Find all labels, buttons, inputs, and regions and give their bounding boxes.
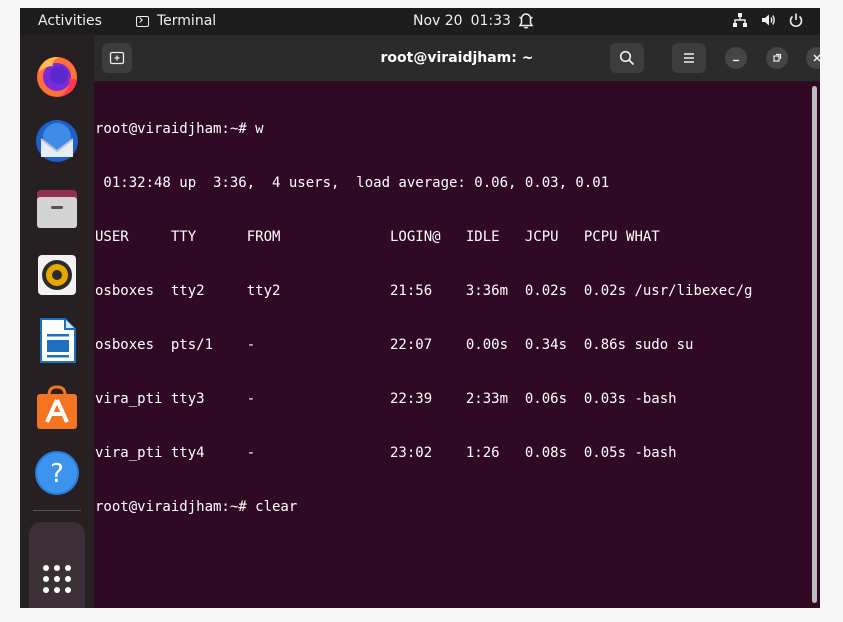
terminal-line: vira_pti tty3 - 22:39 2:33m 0.06s 0.03s … [95,391,677,407]
firefox-icon[interactable] [33,52,81,100]
terminal-line: vira_pti tty4 - 23:02 1:26 0.08s 0.05s -… [95,445,677,461]
dock: ? [20,35,94,608]
bell-icon[interactable] [518,12,534,34]
terminal-line: root@viraidjham:~# clear [95,499,298,515]
libreoffice-writer-icon[interactable] [33,316,81,364]
maximize-button[interactable] [766,47,788,69]
desktop-screen: Activities Terminal Nov 20 01:33 ? root@… [20,8,820,608]
rhythmbox-icon[interactable] [33,250,81,298]
minimize-button[interactable] [725,47,747,69]
files-icon[interactable] [33,184,81,232]
volume-icon[interactable] [760,12,776,32]
minimize-icon [733,59,739,62]
terminal-output[interactable]: root@viraidjham:~# w 01:32:48 up 3:36, 4… [95,83,803,608]
help-icon[interactable]: ? [33,449,81,497]
window-title: root@viraidjham: ~ [380,50,534,66]
clock-button[interactable]: Nov 20 01:33 [413,13,511,30]
terminal-line: osboxes tty2 tty2 21:56 3:36m 0.02s 0.02… [95,283,753,299]
svg-text:?: ? [50,459,64,489]
app-menu-label: Terminal [157,13,217,29]
restore-icon [773,53,782,62]
clock-date: Nov 20 [413,13,463,29]
menu-button[interactable] [672,43,706,73]
network-icon[interactable] [732,12,748,32]
terminal-headerbar[interactable]: root@viraidjham: ~ [94,35,820,82]
terminal-icon [136,16,149,27]
search-button[interactable] [610,43,644,73]
show-applications-button[interactable] [29,522,85,608]
terminal-line: 01:32:48 up 3:36, 4 users, load average:… [95,175,610,191]
hamburger-menu-icon [684,53,694,63]
clock-time: 01:33 [470,13,511,29]
activities-button[interactable]: Activities [38,13,102,30]
terminal-window[interactable]: root@viraidjham: ~ root@viraidjham:~# w … [94,35,820,608]
terminal-line: USER TTY FROM LOGIN@ IDLE JCPU PCPU WHAT [95,229,660,245]
terminal-scrollbar[interactable] [812,86,817,603]
ubuntu-software-icon[interactable] [33,383,81,431]
search-icon [619,50,635,66]
app-menu-button[interactable]: Terminal [136,13,216,30]
dock-separator [33,510,81,511]
terminal-line: root@viraidjham:~# w [95,121,264,137]
top-bar: Activities Terminal Nov 20 01:33 [20,8,820,35]
system-tray[interactable] [732,12,804,32]
close-icon [813,54,820,62]
power-icon[interactable] [788,12,804,32]
terminal-line: osboxes pts/1 - 22:07 0.00s 0.34s 0.86s … [95,337,694,353]
thunderbird-icon[interactable] [33,117,81,165]
